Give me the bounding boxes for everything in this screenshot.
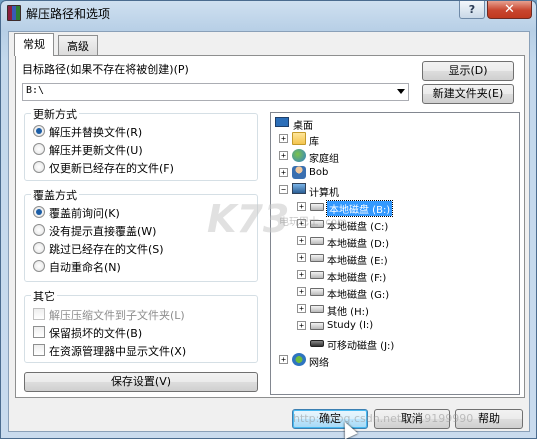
tab-panel-general: 目标路径(如果不存在将被创建)(P) B:\ 显示(D) 新建文件夹(E) 更新…: [15, 55, 525, 398]
misc-group: 其它 解压压缩文件到子文件夹(L) 保留损坏的文件(B) 在资源管理器中显示文件…: [24, 288, 258, 363]
expand-icon[interactable]: +: [297, 253, 306, 262]
expand-icon[interactable]: +: [279, 168, 288, 177]
option-label: 解压并更新文件(U): [49, 144, 143, 157]
title-bar[interactable]: 解压路径和选项 ? ✕: [1, 1, 536, 27]
disk-icon: [310, 271, 324, 279]
overwrite-mode-title: 覆盖方式: [31, 187, 79, 203]
radio-icon[interactable]: [33, 143, 45, 155]
disk-icon: [310, 305, 324, 313]
disk-icon: [310, 288, 324, 296]
network-icon: [292, 353, 306, 366]
misc-title: 其它: [31, 288, 57, 304]
option-label: 解压压缩文件到子文件夹(L): [49, 309, 185, 322]
expand-icon[interactable]: +: [297, 304, 306, 313]
show-button[interactable]: 显示(D): [422, 61, 514, 81]
update-mode-title: 更新方式: [31, 106, 79, 122]
destination-label: 目标路径(如果不存在将被创建)(P): [22, 63, 189, 76]
title-help-button[interactable]: ?: [459, 1, 485, 19]
winrar-app-icon: [7, 5, 21, 21]
checkbox-icon[interactable]: [33, 326, 45, 338]
disk-icon: [310, 322, 324, 330]
radio-icon[interactable]: [33, 224, 45, 236]
removable-disk-icon: [310, 340, 324, 347]
option-label: 解压并替换文件(R): [49, 126, 143, 139]
collapse-icon[interactable]: −: [279, 185, 288, 194]
folder-tree[interactable]: 桌面 + 库 + 家庭组 + Bob − 计算机 + 本地磁盘 (B:) + 本…: [270, 112, 520, 395]
new-folder-button[interactable]: 新建文件夹(E): [422, 84, 514, 104]
destination-path-input[interactable]: B:\: [22, 83, 409, 101]
expand-icon[interactable]: +: [297, 321, 306, 330]
destination-path-value: B:\: [26, 85, 45, 96]
radio-icon[interactable]: [33, 161, 45, 173]
option-label: 覆盖前询问(K): [49, 207, 120, 220]
disk-icon: [310, 237, 324, 245]
expand-icon[interactable]: +: [279, 355, 288, 364]
checkbox-icon: [33, 308, 45, 320]
radio-icon[interactable]: [33, 260, 45, 272]
option-label: 跳过已经存在的文件(S): [49, 243, 164, 256]
disk-icon: [310, 203, 324, 211]
expand-icon[interactable]: +: [279, 151, 288, 160]
disk-icon: [310, 254, 324, 262]
radio-selected-icon[interactable]: [33, 206, 45, 218]
option-label: 保留损坏的文件(B): [49, 327, 143, 340]
expand-icon[interactable]: +: [297, 270, 306, 279]
save-settings-button[interactable]: 保存设置(V): [24, 372, 258, 392]
option-label: 没有提示直接覆盖(W): [49, 225, 157, 238]
extract-dialog-window: 解压路径和选项 ? ✕ 常规 高级 目标路径(如果不存在将被创建)(P) B:\…: [0, 0, 537, 439]
homegroup-icon: [292, 149, 306, 162]
checkbox-icon[interactable]: [33, 344, 45, 356]
desktop-icon: [275, 117, 289, 127]
expand-icon[interactable]: +: [279, 134, 288, 143]
close-button[interactable]: ✕: [487, 1, 532, 19]
library-icon: [292, 132, 306, 145]
expand-icon[interactable]: +: [297, 236, 306, 245]
radio-selected-icon[interactable]: [33, 125, 45, 137]
update-mode-group: 更新方式 解压并替换文件(R) 解压并更新文件(U) 仅更新已经存在的文件(F): [24, 106, 258, 181]
user-icon: [292, 166, 306, 179]
expand-icon[interactable]: +: [297, 219, 306, 228]
window-title: 解压路径和选项: [26, 7, 111, 21]
disk-icon: [310, 220, 324, 228]
option-label: 仅更新已经存在的文件(F): [49, 162, 174, 175]
radio-icon[interactable]: [33, 242, 45, 254]
chevron-down-icon[interactable]: [397, 89, 405, 94]
overwrite-mode-group: 覆盖方式 覆盖前询问(K) 没有提示直接覆盖(W) 跳过已经存在的文件(S) 自…: [24, 187, 258, 282]
option-label: 在资源管理器中显示文件(X): [49, 345, 187, 358]
cancel-button[interactable]: 取消: [374, 409, 450, 429]
tab-general[interactable]: 常规: [14, 33, 54, 56]
expand-icon[interactable]: +: [297, 287, 306, 296]
dialog-client-area: 常规 高级 目标路径(如果不存在将被创建)(P) B:\ 显示(D) 新建文件夹…: [8, 31, 530, 432]
help-button[interactable]: 帮助: [455, 409, 523, 429]
option-label: 自动重命名(N): [49, 261, 121, 274]
computer-icon: [292, 183, 306, 194]
ok-button[interactable]: 确定: [292, 409, 368, 429]
tab-advanced[interactable]: 高级: [58, 35, 98, 55]
expand-icon[interactable]: +: [297, 202, 306, 211]
